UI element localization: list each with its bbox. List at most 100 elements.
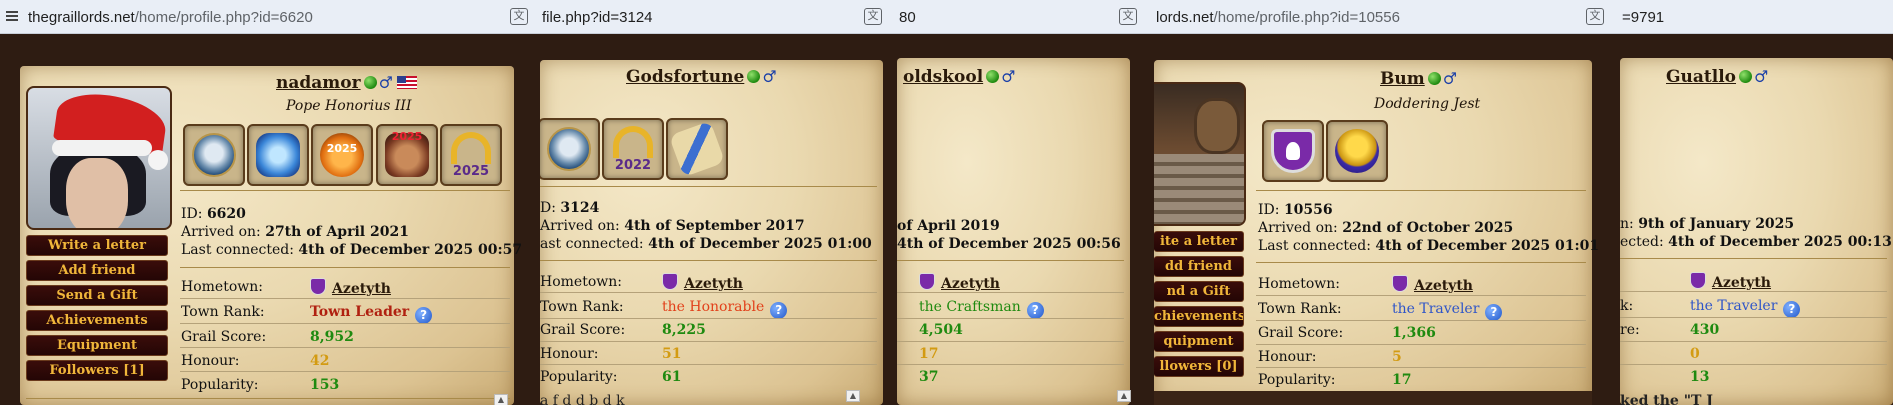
- divider: [540, 186, 877, 187]
- hometown-label: Hometown:: [181, 279, 263, 295]
- player-name[interactable]: nadamor: [276, 73, 361, 93]
- write-letter-button[interactable]: ite a letter: [1154, 231, 1244, 252]
- equipment-button[interactable]: Equipment: [26, 335, 168, 356]
- arrived-on: Arrived on: 4th of September 2017: [540, 218, 805, 234]
- address-bar[interactable]: =9791: [1620, 0, 1893, 34]
- popularity-value: 17: [1392, 372, 1412, 388]
- town-rank-label: Town Rank:: [181, 304, 265, 320]
- help-icon[interactable]: ?: [770, 302, 788, 319]
- online-dot-icon: [1739, 70, 1753, 83]
- url-path: file.php?id=3124: [542, 9, 653, 26]
- eagle-shield-badge-icon[interactable]: [1262, 120, 1324, 182]
- profile-window-oldskool: 80 文 oldskool ♂ of April 2019 4th of Dece…: [897, 0, 1154, 405]
- address-bar[interactable]: file.php?id=3124 文: [540, 0, 897, 34]
- achievements-button[interactable]: Achievements: [26, 310, 168, 331]
- player-id: D: 3124: [540, 200, 600, 216]
- scroll-up-button[interactable]: ▲: [494, 394, 508, 405]
- translate-icon[interactable]: 文: [1119, 8, 1137, 25]
- town-rank-value: Town Leader?: [310, 304, 433, 324]
- town-rank-value: the Traveler?: [1392, 301, 1503, 321]
- hometown-value[interactable]: Azetyth: [1690, 272, 1771, 291]
- divider: [1620, 258, 1887, 259]
- arrived-on: n: 9th of January 2025: [1620, 216, 1795, 232]
- address-bar[interactable]: lords.net/home/profile.php?id=10556 文: [1154, 0, 1620, 34]
- player-name[interactable]: oldskool: [903, 67, 983, 87]
- town-shield-icon: [1392, 275, 1408, 292]
- profile-description: a f d d b d k: [540, 393, 625, 405]
- help-icon[interactable]: ?: [1485, 304, 1503, 321]
- last-connected: Last connected: 4th of December 2025 01:…: [1258, 238, 1600, 254]
- write-letter-button[interactable]: Write a letter: [26, 235, 168, 256]
- url-host: lords.net: [1156, 9, 1214, 26]
- profile-window-guatllo: =9791 Guatllo ♂ n: 9th of January 2025 ec…: [1620, 0, 1893, 405]
- help-icon[interactable]: ?: [1783, 301, 1801, 318]
- online-dot-icon: [747, 70, 761, 83]
- send-gift-button[interactable]: nd a Gift: [1154, 281, 1244, 302]
- town-rank-label: k:: [1620, 298, 1634, 314]
- hometown-value[interactable]: Azetyth: [919, 273, 1000, 292]
- help-icon[interactable]: ?: [415, 307, 433, 324]
- last-connected: ected: 4th of December 2025 00:13: [1620, 234, 1892, 250]
- goblin-badge-icon[interactable]: 2025: [376, 124, 438, 186]
- help-icon[interactable]: ?: [1026, 302, 1044, 319]
- scroll-up-button[interactable]: ▲: [1117, 390, 1131, 402]
- male-icon: ♂: [762, 67, 777, 86]
- hometown-value[interactable]: Azetyth: [1392, 275, 1473, 294]
- equipment-button[interactable]: quipment: [1154, 331, 1244, 352]
- grail-score-value: 4,504: [919, 322, 963, 338]
- player-id: ID: 6620: [181, 206, 246, 222]
- town-shield-icon: [1690, 272, 1706, 289]
- player-name[interactable]: Godsfortune: [626, 67, 744, 87]
- badge-year: 2025: [326, 142, 358, 155]
- honour-value: 42: [310, 353, 330, 369]
- hometown-value[interactable]: Azetyth: [662, 273, 743, 292]
- divider: [26, 398, 510, 399]
- ice-crystal-badge-icon[interactable]: [247, 124, 309, 186]
- anniversary-badge-icon[interactable]: 2025: [440, 124, 502, 186]
- badge-year: 2025: [391, 130, 423, 143]
- translate-icon[interactable]: 文: [510, 8, 528, 25]
- followers-button[interactable]: Followers [1]: [26, 360, 168, 381]
- pumpkin-badge-icon[interactable]: 2025: [311, 124, 373, 186]
- player-id: ID: 10556: [1258, 202, 1333, 218]
- url-path: =9791: [1622, 9, 1665, 26]
- male-icon: ♂: [378, 73, 393, 92]
- online-dot-icon: [1427, 72, 1441, 85]
- anniversary-badge-icon[interactable]: 2022: [602, 118, 664, 180]
- town-rank-value: the Traveler?: [1690, 298, 1801, 318]
- add-friend-button[interactable]: dd friend: [1154, 256, 1244, 277]
- followers-button[interactable]: llowers [0]: [1154, 356, 1244, 377]
- url-host: thegraillords.net: [28, 9, 135, 26]
- trophy-badge-icon[interactable]: [1326, 120, 1388, 182]
- hometown-label: Hometown:: [540, 274, 622, 290]
- add-friend-button[interactable]: Add friend: [26, 260, 168, 281]
- divider: [1256, 190, 1586, 191]
- popularity-value: 61: [662, 369, 682, 385]
- scroll-up-button[interactable]: ▲: [846, 390, 860, 402]
- avatar: [1154, 82, 1246, 226]
- translate-icon[interactable]: 文: [864, 8, 882, 25]
- player-name[interactable]: Bum: [1380, 69, 1425, 89]
- address-bar[interactable]: thegraillords.net/home/profile.php?id=66…: [0, 0, 540, 34]
- grail-score-value: 430: [1690, 322, 1720, 338]
- mountain-badge-icon[interactable]: [540, 118, 600, 180]
- url-path: 80: [899, 9, 916, 26]
- honour-value: 51: [662, 346, 682, 362]
- send-gift-button[interactable]: Send a Gift: [26, 285, 168, 306]
- achievements-button[interactable]: chievements: [1154, 306, 1244, 327]
- divider: [1256, 262, 1586, 263]
- male-icon: ♂: [1754, 67, 1769, 86]
- mountain-badge-icon[interactable]: [183, 124, 245, 186]
- tune-icon[interactable]: [6, 9, 18, 23]
- popularity-label: Popularity:: [1258, 372, 1336, 388]
- online-dot-icon: [363, 76, 377, 89]
- translate-icon[interactable]: 文: [1586, 8, 1604, 25]
- scroll-badge-icon[interactable]: [666, 118, 728, 180]
- grail-score-value: 8,225: [662, 322, 706, 338]
- grail-score-label: re:: [1620, 322, 1640, 338]
- profile-window-nadamor: thegraillords.net/home/profile.php?id=66…: [0, 0, 540, 405]
- address-bar[interactable]: 80 文: [897, 0, 1154, 34]
- player-name-row: oldskool ♂: [903, 67, 1016, 87]
- player-name[interactable]: Guatllo: [1666, 67, 1736, 87]
- hometown-value[interactable]: Azetyth: [310, 278, 391, 297]
